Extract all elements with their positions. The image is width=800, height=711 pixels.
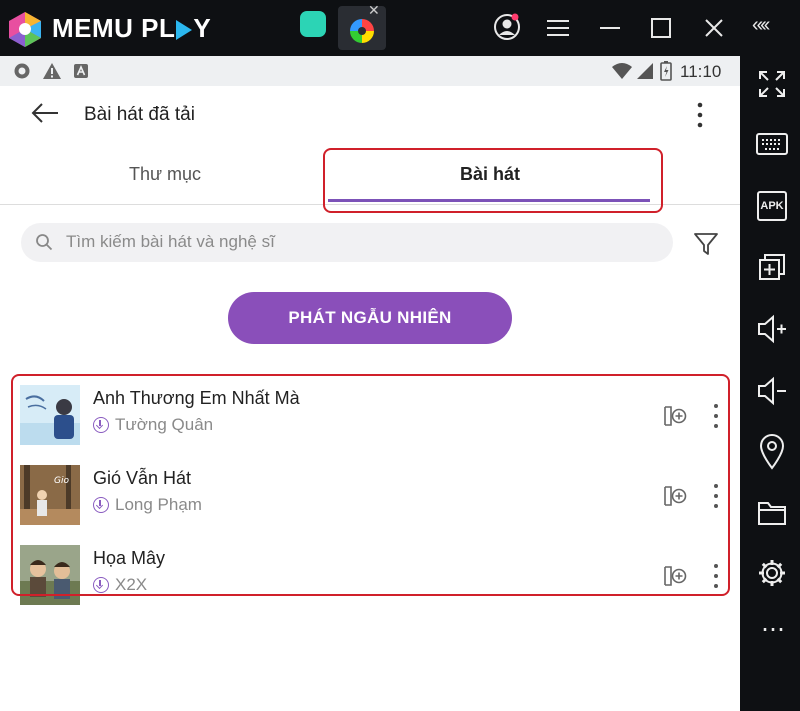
folder-icon[interactable] [757, 500, 787, 526]
wifi-icon [612, 63, 632, 79]
shuffle-play-button[interactable]: PHÁT NGẪU NHIÊN [228, 292, 512, 344]
search-input[interactable] [64, 231, 648, 253]
overflow-menu-icon[interactable] [690, 101, 710, 129]
menu-icon[interactable] [546, 17, 570, 39]
sync-icon [14, 63, 30, 79]
more-icon[interactable]: ⋯ [756, 615, 790, 644]
music-app-icon [350, 19, 374, 43]
user-icon[interactable] [493, 13, 521, 41]
memu-logo-icon [9, 12, 41, 47]
filter-icon[interactable] [693, 231, 719, 257]
signal-icon [637, 63, 653, 79]
status-time: 11:10 [680, 62, 722, 81]
memu-logo-text: MEMU PL Y [52, 13, 212, 43]
emulator-home-tab[interactable] [297, 6, 341, 50]
tab-highlight-box [323, 148, 663, 213]
page-title: Bài hát đã tải [84, 104, 195, 125]
collapse-icon[interactable]: «‹‹ [752, 14, 771, 37]
search-icon [36, 234, 53, 251]
warning-icon [43, 63, 61, 79]
song-list-highlight-box [11, 374, 730, 596]
maximize-icon[interactable] [650, 17, 672, 39]
tab-close-icon[interactable]: ✕ [368, 2, 380, 19]
back-arrow-icon[interactable] [30, 102, 60, 124]
apk-icon[interactable]: APK [757, 191, 787, 221]
location-icon[interactable] [759, 434, 785, 470]
minimize-icon[interactable] [598, 17, 622, 39]
keyboard-icon[interactable] [756, 132, 788, 156]
home-app-icon [300, 11, 326, 37]
battery-icon [660, 61, 672, 81]
close-icon[interactable] [703, 17, 725, 39]
volume-up-icon[interactable] [756, 314, 788, 344]
tab-folders[interactable]: Thư mục [0, 164, 330, 185]
add-window-icon[interactable] [758, 253, 786, 281]
fullscreen-icon[interactable] [758, 70, 786, 98]
notification-a-icon [74, 64, 88, 78]
settings-icon[interactable] [757, 558, 787, 588]
volume-down-icon[interactable] [756, 376, 788, 406]
